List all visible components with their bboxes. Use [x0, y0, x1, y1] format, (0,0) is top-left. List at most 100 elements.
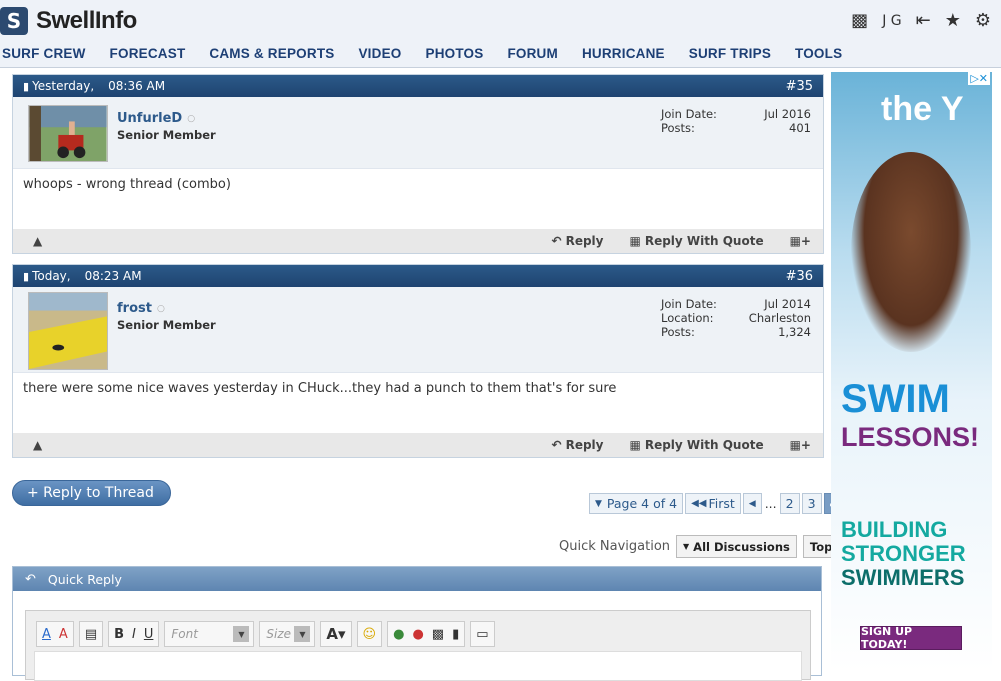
remove-format-icon[interactable]: A — [42, 627, 51, 642]
multi-quote-icon[interactable]: ▦+ — [790, 234, 811, 248]
font-select[interactable]: Font ▼ — [164, 621, 255, 647]
prev-page-link[interactable]: ◀ — [742, 493, 762, 514]
reply-with-quote-button[interactable]: ▦ Reply With Quote — [629, 234, 763, 248]
nav-video[interactable]: VIDEO — [346, 46, 413, 61]
ad-brand: the Y — [881, 90, 964, 128]
underline-icon[interactable]: U — [144, 627, 154, 642]
post-user-info: frost ○ Senior Member Join Date: Jul 2014 … — [13, 287, 823, 373]
post: ▮ Yesterday, 08:36 AM #35 UnfurleD ○ Seni… — [12, 74, 824, 254]
quick-nav-select[interactable]: ▼ All Discussions — [676, 535, 797, 558]
user-stats: Join Date: Jul 2014 Location: Charleston P… — [661, 297, 811, 339]
post-number[interactable]: #35 — [786, 79, 813, 94]
logo-text: SwellInfo — [36, 7, 137, 34]
stat-location: Location: Charleston — [661, 311, 811, 325]
quote-icon: ▦ — [629, 234, 641, 248]
report-icon[interactable]: ▲ — [33, 234, 42, 248]
unlink-icon[interactable]: ● — [412, 627, 423, 642]
clear-style-icon[interactable]: A — [59, 627, 68, 642]
quick-navigation: Quick Navigation ▼ All Discussions Top — [559, 535, 840, 558]
avatar[interactable] — [28, 292, 108, 370]
multi-quote-icon[interactable]: ▦+ — [790, 438, 811, 452]
document-icon: ▮ — [23, 269, 30, 283]
post-user-info: UnfurleD ○ Senior Member Join Date: Jul 20… — [13, 97, 823, 169]
reply-icon: ↶ — [551, 438, 562, 452]
message-icon[interactable]: ▩ — [851, 10, 868, 31]
nav-surf-crew[interactable]: SURF CREW — [0, 46, 98, 61]
post-body: whoops - wrong thread (combo) — [23, 177, 231, 192]
username[interactable]: UnfurleD ○ — [117, 111, 195, 126]
site-logo[interactable]: S SwellInfo — [0, 6, 137, 36]
chevron-left-icon: ◀ — [748, 498, 756, 509]
stat-posts: Posts: 401 — [661, 121, 811, 135]
avatar[interactable] — [28, 105, 108, 162]
pagination: ▼Page 4 of 4 ◀◀First ◀ ... 2 3 4 — [589, 493, 845, 514]
reply-textarea[interactable] — [34, 651, 802, 681]
font-color-icon[interactable]: A▾ — [326, 625, 345, 643]
image-icon[interactable]: ▩ — [432, 627, 444, 642]
nav-forecast[interactable]: FORECAST — [98, 46, 198, 61]
post: ▮ Today, 08:23 AM #36 frost ○ Senior Memb… — [12, 264, 824, 458]
stat-posts: Posts: 1,324 — [661, 325, 811, 339]
page-jump-select[interactable]: ▼ Page 4 of 4 — [589, 493, 684, 514]
nav-tools[interactable]: TOOLS — [783, 46, 854, 61]
toolbar-group-paste: ▤ — [78, 621, 104, 647]
first-page-link[interactable]: ◀◀ First — [685, 493, 741, 514]
ad-tagline-3: SWIMMERS — [841, 565, 965, 590]
ad-headline-2: LESSONS! — [841, 422, 980, 452]
reply-icon: ↶ — [25, 571, 36, 587]
page-link[interactable]: 2 — [779, 493, 800, 514]
utility-bar: ▩ J G ⇤ ★ ⚙ — [851, 10, 991, 31]
nav-forum[interactable]: FORUM — [495, 46, 570, 61]
toolbar-group-text: B I U — [108, 621, 160, 647]
stat-join-date: Join Date: Jul 2016 — [661, 107, 811, 121]
italic-icon[interactable]: I — [132, 627, 136, 642]
smiley-icon[interactable]: ☺ — [363, 627, 377, 642]
video-icon[interactable]: ▮ — [452, 627, 459, 642]
bold-icon[interactable]: B — [114, 627, 124, 642]
reply-button[interactable]: ↶ Reply — [552, 234, 604, 248]
logo-icon: S — [0, 7, 28, 35]
paste-icon[interactable]: ▤ — [85, 627, 97, 642]
reply-button[interactable]: ↶ Reply — [552, 438, 604, 452]
ad-signup-button[interactable]: SIGN UP TODAY! — [860, 625, 962, 651]
reply-with-quote-button[interactable]: ▦ Reply With Quote — [629, 438, 763, 452]
offline-indicator-icon: ○ — [187, 113, 196, 124]
nav-surf-trips[interactable]: SURF TRIPS — [677, 46, 783, 61]
login-icon[interactable]: ⇤ — [916, 10, 931, 31]
post-header: ▮ Today, 08:23 AM #36 — [13, 265, 823, 287]
post-date: Yesterday, — [32, 79, 95, 93]
post-footer: ▲ ↶ Reply ▦ Reply With Quote ▦+ — [13, 229, 823, 253]
nav-hurricane[interactable]: HURRICANE — [570, 46, 677, 61]
toolbar-group-quote: ▭ — [470, 621, 495, 647]
quick-nav-label: Quick Navigation — [559, 539, 671, 554]
nav-photos[interactable]: PHOTOS — [413, 46, 495, 61]
ellipsis: ... — [764, 496, 777, 511]
post-number[interactable]: #36 — [786, 269, 813, 284]
user-title: Senior Member — [117, 318, 216, 332]
link-icon[interactable]: ● — [393, 627, 404, 642]
username[interactable]: frost ○ — [117, 301, 165, 316]
offline-indicator-icon: ○ — [156, 303, 165, 314]
thread-posts: ▮ Yesterday, 08:36 AM #35 UnfurleD ○ Seni… — [12, 74, 824, 468]
chevron-down-icon: ▼ — [683, 542, 690, 551]
reply-editor: A A ▤ B I U Font ▼ Size ▼ A▾ ☺ ● ● ▩ ▮ ▭ — [25, 610, 811, 681]
nav-cams-reports[interactable]: CAMS & REPORTS — [197, 46, 346, 61]
quote-icon[interactable]: ▭ — [476, 627, 488, 642]
star-icon[interactable]: ★ — [945, 10, 961, 31]
chevron-down-icon: ▼ — [294, 626, 311, 642]
size-select[interactable]: Size ▼ — [259, 621, 316, 647]
report-icon[interactable]: ▲ — [33, 438, 42, 452]
user-initials[interactable]: J G — [882, 13, 901, 29]
ad-tagline-2: STRONGER — [841, 541, 966, 566]
chevron-down-icon: ▼ — [595, 498, 602, 509]
document-icon: ▮ — [23, 79, 30, 93]
quote-icon: ▦ — [629, 438, 641, 452]
advertisement[interactable]: ▷✕ the Y SWIM LESSONS! BUILDING STRONGER… — [831, 72, 992, 671]
page-link[interactable]: 3 — [801, 493, 822, 514]
quick-reply-panel: ↶ Quick Reply A A ▤ B I U Font ▼ Size ▼ A▾… — [12, 566, 822, 681]
gear-icon[interactable]: ⚙ — [975, 10, 991, 31]
ad-choices-icon[interactable]: ▷✕ — [968, 72, 990, 85]
reply-to-thread-button[interactable]: + Reply to Thread — [12, 480, 171, 506]
editor-toolbar: A A ▤ B I U Font ▼ Size ▼ A▾ ☺ ● ● ▩ ▮ ▭ — [36, 621, 495, 647]
toolbar-group-color: A▾ — [320, 621, 352, 647]
